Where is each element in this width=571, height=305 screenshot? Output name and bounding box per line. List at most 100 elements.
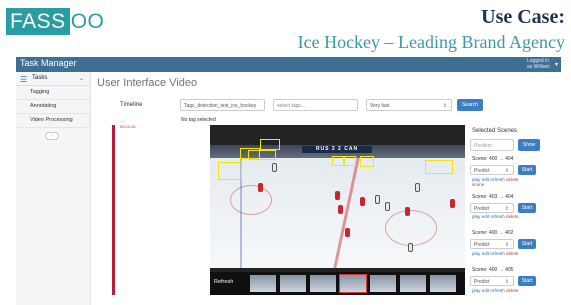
scene-thumbnail[interactable] — [310, 275, 336, 292]
scene-mode-select[interactable]: Predict ⇕ — [470, 239, 514, 249]
player — [360, 197, 365, 206]
scene-mode-value: Predict — [474, 168, 490, 174]
slide-subtitle: Ice Hockey – Leading Brand Agency — [297, 32, 565, 52]
scene-range-label: Scene: 400 → 405 — [472, 267, 514, 273]
detection-box — [260, 139, 280, 150]
scene-mode-select[interactable]: Predict ⇕ — [470, 276, 514, 286]
timeline-label: Timeline — [120, 102, 143, 108]
video-name-input[interactable]: Tags_detection_test_ice_hockey — [180, 99, 265, 111]
player — [408, 243, 413, 252]
scene-actions: play edit refresh delete scene — [472, 177, 519, 187]
scene-range-label: Scene: 400 → 402 — [472, 230, 514, 236]
detection-box — [332, 156, 344, 166]
no-tag-message: No tag selected — [181, 117, 216, 123]
scene-mode-select[interactable]: Predict ⇕ — [470, 165, 514, 175]
select-arrows-icon: ⇕ — [504, 206, 509, 212]
scene-range-label: Scene: 400 → 404 — [472, 156, 514, 162]
select-arrows-icon: ⇕ — [504, 279, 509, 285]
scene-range-label: Scene: 403 → 404 — [472, 194, 514, 200]
scene-thumbnail[interactable] — [280, 275, 306, 292]
timeline-timestamp: 00:21:24 — [120, 124, 136, 129]
caret-down-icon[interactable]: ▾ — [555, 61, 558, 68]
scene-refresh-link[interactable]: refresh — [490, 214, 504, 219]
scene-start-button[interactable]: Start — [518, 239, 536, 249]
detection-box — [344, 156, 356, 166]
scene-mode-value: Predict — [474, 242, 490, 248]
tags-select-input[interactable]: select tags... — [273, 99, 358, 111]
app-title: Task Manager — [20, 58, 77, 68]
list-icon: ☰ — [20, 75, 28, 84]
selected-scenes-title: Selected Scenes — [472, 128, 518, 134]
detection-box — [218, 162, 242, 180]
logo-box-text: FASS — [6, 8, 70, 35]
scene-mode-select[interactable]: Predict ⇕ — [470, 203, 514, 213]
timeline-track[interactable] — [112, 125, 115, 295]
chevron-down-icon: ⌄ — [78, 76, 84, 82]
scene-thumbnail[interactable] — [400, 275, 426, 292]
sidebar-collapse-button[interactable]: ‹ — [45, 132, 59, 140]
scene-refresh-link[interactable]: refresh — [490, 288, 504, 293]
scene-start-button[interactable]: Start — [518, 165, 536, 175]
player — [258, 183, 263, 192]
player — [335, 191, 340, 200]
speed-value: Very fast — [370, 103, 390, 109]
scene-play-link[interactable]: play — [472, 251, 480, 256]
scene-edit-link[interactable]: edit — [482, 288, 489, 293]
scene-thumbnail[interactable] — [370, 275, 396, 292]
fassoo-logo: FASS OO — [6, 8, 104, 35]
scene-delete-link[interactable]: delete — [506, 177, 519, 182]
player — [338, 205, 343, 214]
scene-thumbnail[interactable] — [339, 274, 367, 293]
app-header-bar: Task Manager Logged in as William ▾ — [16, 57, 561, 72]
scene-mode-value: Predict — [474, 206, 490, 212]
sidebar-section-label: Tasks — [32, 75, 48, 81]
scene-play-link[interactable]: play — [472, 288, 480, 293]
player — [405, 207, 410, 216]
scene-actions: play edit refresh delete — [472, 288, 519, 293]
detection-box — [425, 160, 453, 174]
scene-delete-link[interactable]: delete — [506, 214, 519, 219]
scene-edit-link[interactable]: edit — [482, 251, 489, 256]
scene-thumbnail[interactable] — [430, 275, 456, 292]
faceoff-circle — [230, 185, 272, 215]
speed-select[interactable]: Very fast ⇕ — [366, 99, 452, 111]
player — [415, 183, 420, 192]
sidebar: ☰ Tasks ⌄ Tagging Annotating Video Proce… — [16, 72, 91, 305]
scene-delete-link[interactable]: delete — [506, 251, 519, 256]
detection-box — [360, 156, 374, 167]
show-button[interactable]: Show — [518, 139, 540, 151]
player — [385, 202, 390, 211]
scene-edit-link[interactable]: edit — [482, 214, 489, 219]
player — [345, 228, 350, 237]
detection-box — [248, 150, 276, 160]
slide-heading: Use Case: — [481, 6, 565, 28]
scene-delete-link-cont[interactable]: scene — [472, 182, 484, 187]
scene-refresh-link[interactable]: refresh — [490, 177, 504, 182]
broadcast-scoreboard: RUS 2 2 CAN — [302, 146, 372, 153]
player — [375, 195, 380, 204]
sidebar-section-tasks[interactable]: ☰ Tasks ⌄ — [16, 72, 90, 86]
video-player[interactable]: RUS 2 2 CAN Refresh — [210, 125, 465, 295]
scene-thumbnail[interactable] — [250, 275, 276, 292]
faceoff-circle — [385, 210, 437, 246]
login-status[interactable]: Logged in as William — [527, 58, 551, 70]
search-button[interactable]: Search — [457, 99, 483, 111]
sidebar-item-tagging[interactable]: Tagging — [16, 86, 90, 100]
scene-delete-link[interactable]: delete — [506, 288, 519, 293]
scene-refresh-link[interactable]: refresh — [490, 251, 504, 256]
select-arrows-icon: ⇕ — [504, 242, 509, 248]
refresh-thumbnails-button[interactable]: Refresh — [214, 279, 233, 285]
scene-actions: play edit refresh delete — [472, 214, 519, 219]
scene-start-button[interactable]: Start — [518, 203, 536, 213]
player — [272, 163, 277, 172]
select-arrows-icon: ⇕ — [442, 103, 447, 109]
sidebar-item-video-processing[interactable]: Video Processing — [16, 114, 90, 128]
logo-rest-text: OO — [70, 10, 105, 33]
page-title: User Interface Video — [97, 77, 198, 89]
scene-start-button[interactable]: Start — [518, 276, 536, 286]
scene-actions: play edit refresh delete — [472, 251, 519, 256]
position-input[interactable]: Position — [470, 139, 514, 151]
scene-mode-value: Predict — [474, 279, 490, 285]
scene-play-link[interactable]: play — [472, 214, 480, 219]
sidebar-item-annotating[interactable]: Annotating — [16, 100, 90, 114]
